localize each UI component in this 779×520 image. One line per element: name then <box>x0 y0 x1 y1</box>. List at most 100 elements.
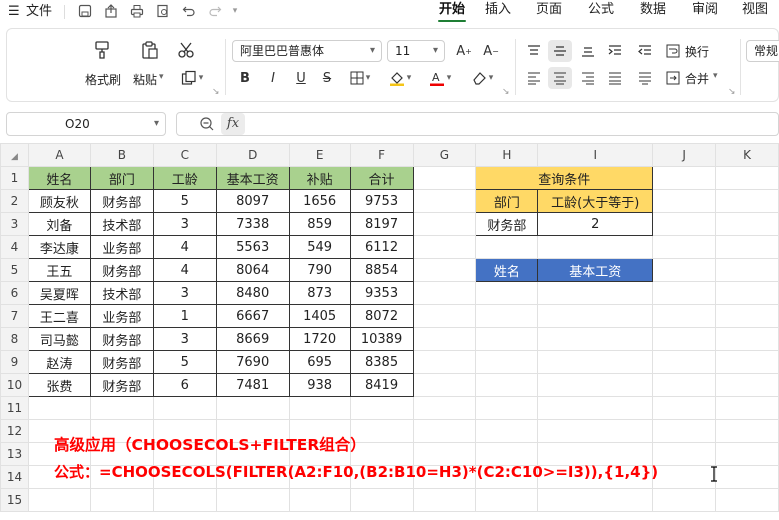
table-cell[interactable]: 刘备 <box>27 212 91 236</box>
expand-icon[interactable]: ↘ <box>502 87 510 97</box>
cell[interactable] <box>715 350 779 374</box>
table-cell[interactable]: 5563 <box>215 235 290 259</box>
chevron-down-icon[interactable]: ▾ <box>159 72 164 82</box>
row-header[interactable]: 9 <box>0 350 29 374</box>
table-cell[interactable]: 6 <box>152 373 217 397</box>
cell-table[interactable]: ◢ A B C D E F G H I J K 1 姓名 部门 工龄 基本工资 … <box>0 143 779 512</box>
undo-icon[interactable] <box>180 2 198 20</box>
cell[interactable] <box>288 396 351 420</box>
cell[interactable] <box>715 327 779 351</box>
expand-icon[interactable]: ↘ <box>728 87 736 97</box>
cell[interactable] <box>475 350 539 374</box>
merge-cells-icon[interactable] <box>663 67 683 89</box>
cell[interactable] <box>537 350 654 374</box>
result-name-header-cell[interactable]: 姓名 <box>475 258 539 282</box>
format-painter-icon[interactable] <box>87 37 117 63</box>
justify-icon[interactable] <box>604 67 626 89</box>
cell[interactable] <box>537 419 654 443</box>
cell[interactable] <box>412 396 477 420</box>
merge-cells-label[interactable]: 合并 <box>685 70 709 87</box>
cell[interactable] <box>652 488 717 512</box>
cell[interactable] <box>715 304 779 328</box>
column-header[interactable]: J <box>652 143 717 167</box>
clear-format-icon[interactable]: ▾ <box>467 67 497 89</box>
cell[interactable] <box>537 396 654 420</box>
table-cell[interactable]: 10389 <box>349 327 414 351</box>
cell[interactable] <box>537 304 654 328</box>
table-cell[interactable]: 业务部 <box>89 304 154 328</box>
fill-color-icon[interactable]: ▾ <box>385 67 415 89</box>
table-cell[interactable]: 财务部 <box>89 327 154 351</box>
cell[interactable] <box>412 373 477 397</box>
table-cell[interactable]: 8197 <box>349 212 414 236</box>
underline-button[interactable]: U <box>291 67 311 89</box>
table-cell[interactable]: 财务部 <box>89 258 154 282</box>
cell[interactable] <box>412 212 477 236</box>
italic-button[interactable]: I <box>263 67 283 89</box>
table-cell[interactable]: 5 <box>152 189 217 213</box>
table-cell[interactable]: 1 <box>152 304 217 328</box>
table-cell[interactable]: 技术部 <box>89 212 154 236</box>
row-header[interactable]: 11 <box>0 396 29 420</box>
table-cell[interactable]: 李达康 <box>27 235 91 259</box>
outdent-icon[interactable] <box>634 40 656 62</box>
cell[interactable] <box>288 488 351 512</box>
cell[interactable] <box>412 419 477 443</box>
cell[interactable] <box>715 373 779 397</box>
cell[interactable] <box>475 419 539 443</box>
row-header[interactable]: 8 <box>0 327 29 351</box>
row-header[interactable]: 10 <box>0 373 29 397</box>
table-cell[interactable]: 财务部 <box>89 350 154 374</box>
table-cell[interactable]: 6667 <box>215 304 290 328</box>
select-all-corner[interactable]: ◢ <box>0 143 29 167</box>
cell[interactable] <box>537 373 654 397</box>
table-cell[interactable]: 7481 <box>215 373 290 397</box>
row-header[interactable]: 5 <box>0 258 29 282</box>
cell[interactable] <box>27 396 91 420</box>
column-header[interactable]: F <box>349 143 414 167</box>
cell[interactable] <box>652 166 717 190</box>
table-cell[interactable]: 司马懿 <box>27 327 91 351</box>
expand-icon[interactable]: ↘ <box>212 87 220 97</box>
decrease-font-icon[interactable]: A − <box>481 40 501 62</box>
table-cell[interactable]: 技术部 <box>89 281 154 305</box>
row-header[interactable]: 1 <box>0 166 29 190</box>
column-header[interactable]: G <box>412 143 477 167</box>
cell[interactable] <box>475 281 539 305</box>
cell[interactable] <box>652 258 717 282</box>
table-cell[interactable]: 5 <box>152 350 217 374</box>
cell[interactable] <box>475 373 539 397</box>
column-header[interactable]: E <box>288 143 351 167</box>
cell[interactable] <box>89 396 154 420</box>
cell[interactable] <box>652 465 717 489</box>
cell[interactable] <box>537 488 654 512</box>
save-icon[interactable] <box>76 2 94 20</box>
border-icon[interactable]: ▾ <box>345 67 375 89</box>
formula-input[interactable]: fx <box>176 112 779 136</box>
table-cell[interactable]: 3 <box>152 327 217 351</box>
cell[interactable] <box>475 235 539 259</box>
table-cell[interactable]: 3 <box>152 281 217 305</box>
cell[interactable] <box>152 396 217 420</box>
cell[interactable] <box>715 442 779 466</box>
table-cell[interactable]: 8072 <box>349 304 414 328</box>
table-cell[interactable]: 8480 <box>215 281 290 305</box>
cell[interactable] <box>412 488 477 512</box>
redo-icon[interactable] <box>206 2 224 20</box>
font-color-icon[interactable]: A ▾ <box>425 67 455 89</box>
cell[interactable] <box>652 212 717 236</box>
query-dept-label-cell[interactable]: 部门 <box>475 189 539 213</box>
align-middle-icon[interactable] <box>548 40 572 62</box>
strikethrough-button[interactable]: S <box>317 67 337 89</box>
tab-page[interactable]: 页面 <box>536 0 562 22</box>
row-header[interactable]: 14 <box>0 465 29 489</box>
cell[interactable] <box>349 488 414 512</box>
cell[interactable] <box>475 327 539 351</box>
cell[interactable] <box>152 488 217 512</box>
font-size-select[interactable]: 11 ▾ <box>387 40 445 62</box>
cell[interactable] <box>412 350 477 374</box>
tab-view[interactable]: 视图 <box>742 0 768 22</box>
cell[interactable] <box>715 189 779 213</box>
cell[interactable] <box>652 419 717 443</box>
cell[interactable] <box>475 488 539 512</box>
